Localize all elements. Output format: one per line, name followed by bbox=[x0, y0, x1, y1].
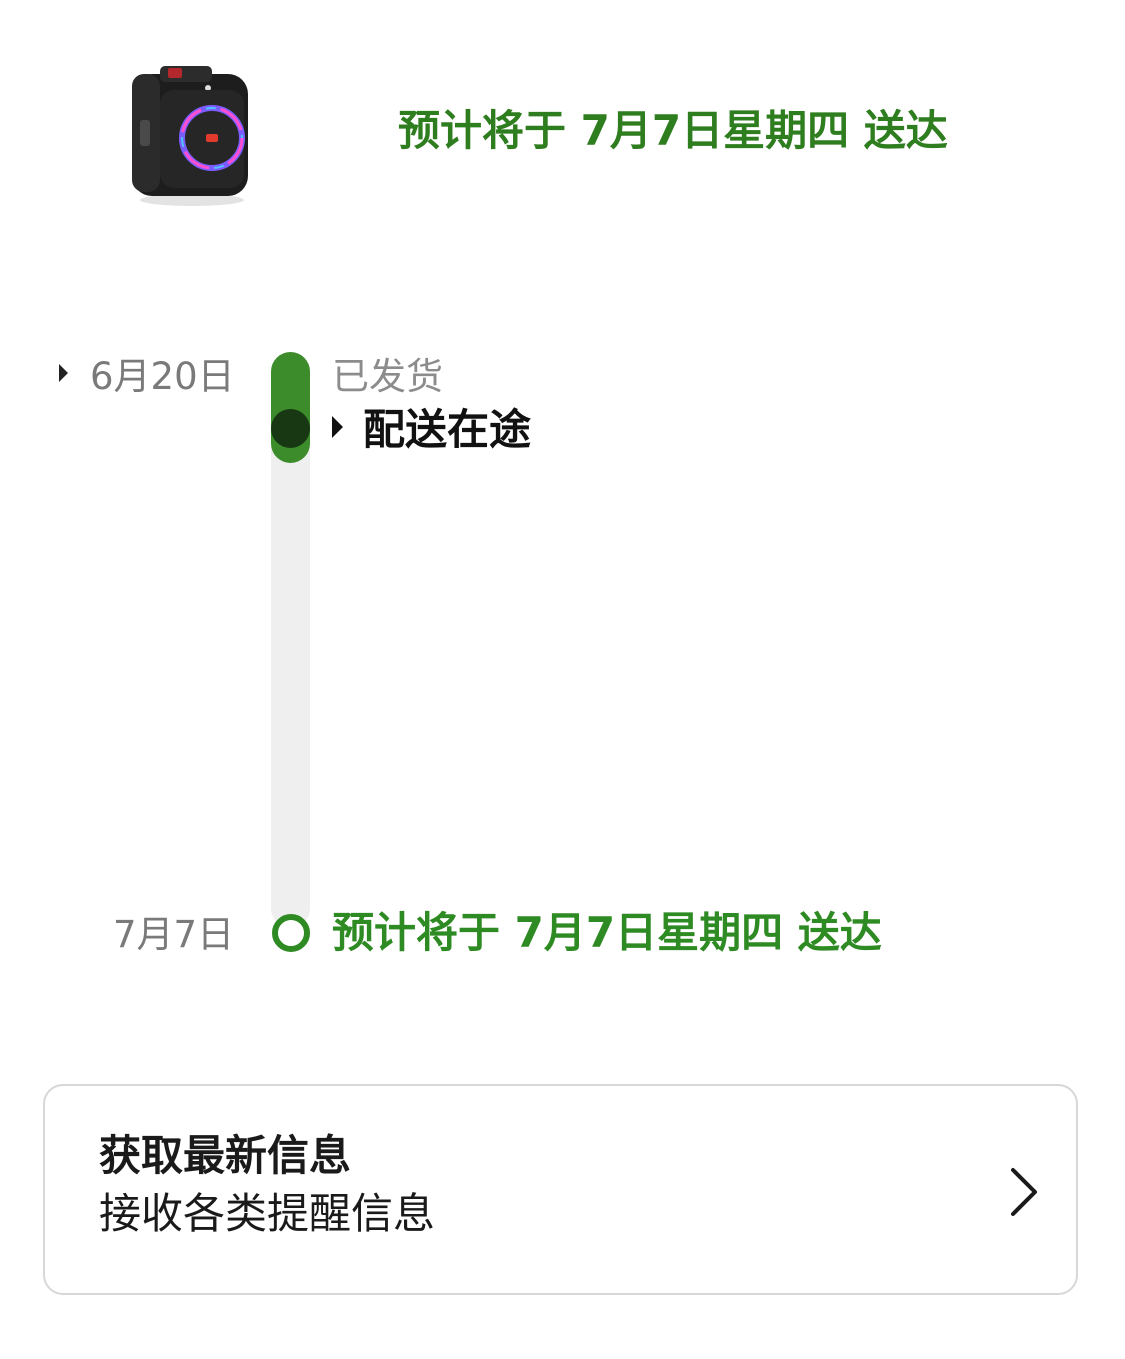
expand-caret-icon[interactable] bbox=[59, 364, 68, 382]
timeline-current-dot bbox=[271, 409, 310, 448]
shipped-status: 已发货 bbox=[332, 355, 443, 398]
get-updates-card[interactable]: 获取最新信息 接收各类提醒信息 bbox=[43, 1084, 1078, 1295]
transit-expand-caret-icon[interactable] bbox=[332, 416, 343, 438]
timeline-end-dot bbox=[272, 914, 310, 952]
timeline-start-date: 6月20日 bbox=[90, 355, 235, 398]
timeline-end-date: 7月7日 bbox=[113, 913, 235, 956]
current-status[interactable]: 配送在途 bbox=[363, 402, 531, 458]
final-delivery-status: 预计将于 7月7日星期四 送达 bbox=[332, 908, 882, 957]
get-updates-subtitle: 接收各类提醒信息 bbox=[99, 1189, 436, 1238]
chevron-right-icon[interactable] bbox=[1001, 1160, 1041, 1220]
get-updates-title: 获取最新信息 bbox=[99, 1131, 352, 1180]
product-image bbox=[122, 60, 258, 210]
speaker-icon bbox=[132, 66, 248, 206]
delivery-estimate-header: 预计将于 7月7日星期四 送达 bbox=[398, 106, 948, 155]
